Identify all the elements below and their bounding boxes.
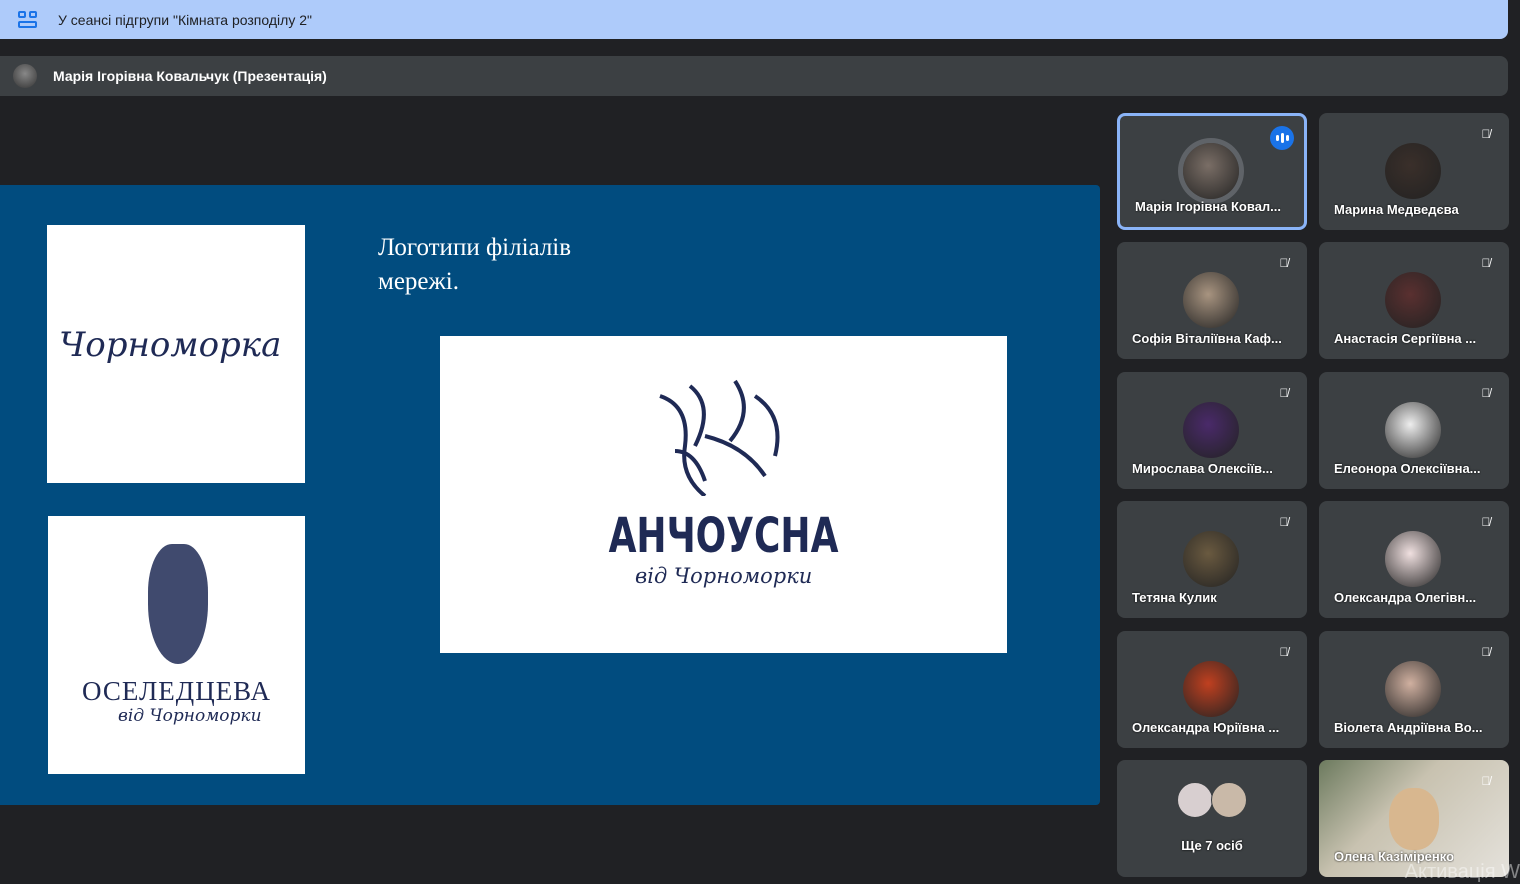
logo-subtext: від Чорноморки xyxy=(118,706,262,726)
breakout-rooms-icon xyxy=(18,10,38,29)
mic-off-icon: 🎙̸ xyxy=(1279,645,1289,659)
avatar xyxy=(1385,402,1441,458)
participant-name: Софія Віталіївна Каф... xyxy=(1132,331,1282,346)
logo-anchousna: АНЧОУСНА від Чорноморки xyxy=(440,336,1007,653)
participant-tile[interactable]: 🎙̸ Олександра Юріївна ... xyxy=(1117,631,1307,748)
presenter-name: Марія Ігорівна Ковальчук (Презентація) xyxy=(53,68,327,84)
participant-name: Марина Медведєва xyxy=(1334,202,1459,217)
participant-name: Мирослава Олексіїв... xyxy=(1132,461,1273,476)
fish-illustration xyxy=(659,379,780,496)
avatar xyxy=(1183,272,1239,328)
mic-off-icon: 🎙̸ xyxy=(1481,515,1491,529)
banner-text: У сеансі підгрупи "Кімната розподілу 2" xyxy=(58,11,312,28)
windows-activation-watermark: Активація W xyxy=(1404,861,1520,883)
avatar xyxy=(1183,531,1239,587)
mic-off-icon: 🎙̸ xyxy=(1481,256,1491,270)
participant-tile[interactable]: Марія Ігорівна Ковал... xyxy=(1117,113,1307,230)
participant-tile[interactable]: 🎙̸ Олександра Олегівн... xyxy=(1319,501,1509,618)
participant-name: Олександра Юріївна ... xyxy=(1132,720,1280,735)
avatar xyxy=(1183,143,1239,199)
avatar xyxy=(1211,782,1247,818)
participant-name: Віолета Андріївна Во... xyxy=(1334,720,1483,735)
speaking-indicator-icon xyxy=(1270,126,1294,150)
participant-name: Анастасія Сергіївна ... xyxy=(1334,331,1477,346)
presenter-bar[interactable]: Марія Ігорівна Ковальчук (Презентація) xyxy=(0,56,1508,96)
participant-tile[interactable]: 🎙̸ Тетяна Кулик xyxy=(1117,501,1307,618)
avatar xyxy=(1385,661,1441,717)
slide-title: Логотипи філіалів мережі. xyxy=(378,234,572,295)
participant-tile[interactable]: 🎙̸ Софія Віталіївна Каф... xyxy=(1117,242,1307,359)
avatar xyxy=(1385,143,1441,199)
breakout-room-banner: У сеансі підгрупи "Кімната розподілу 2" xyxy=(0,0,1508,39)
mic-off-icon: 🎙̸ xyxy=(1481,127,1491,141)
video-feed xyxy=(1389,788,1439,850)
mermaid-illustration xyxy=(148,544,208,664)
avatar xyxy=(1177,782,1213,818)
logo-text: Чорноморка xyxy=(59,325,282,365)
participant-name: Марія Ігорівна Ковал... xyxy=(1135,199,1282,214)
mic-off-icon: 🎙̸ xyxy=(1481,386,1491,400)
participant-video-tile[interactable]: 🎙̸ Олена Казіміренко xyxy=(1319,760,1509,877)
more-participants-label: Ще 7 осіб xyxy=(1181,838,1243,853)
avatar xyxy=(1385,272,1441,328)
more-participants-tile[interactable]: Ще 7 осіб xyxy=(1117,760,1307,877)
avatar xyxy=(1385,531,1441,587)
mic-off-icon: 🎙̸ xyxy=(1279,256,1289,270)
participant-tile[interactable]: 🎙̸ Марина Медведєва xyxy=(1319,113,1509,230)
mic-off-icon: 🎙̸ xyxy=(1481,774,1491,788)
logo-oseledtseva: ОСЕЛЕДЦЕВА від Чорноморки xyxy=(48,516,305,774)
avatar xyxy=(1183,402,1239,458)
participant-name: Елеонора Олексіївна... xyxy=(1334,461,1481,476)
logo-text: ОСЕЛЕДЦЕВА xyxy=(82,676,271,706)
presentation-slide: Чорноморка ОСЕЛЕДЦЕВА від Чорноморки Лог… xyxy=(0,185,1100,805)
mic-off-icon: 🎙̸ xyxy=(1279,386,1289,400)
presenter-avatar xyxy=(13,64,37,88)
mic-off-icon: 🎙̸ xyxy=(1279,515,1289,529)
avatar xyxy=(1183,661,1239,717)
participant-name: Тетяна Кулик xyxy=(1132,590,1217,605)
participant-tile[interactable]: 🎙̸ Анастасія Сергіївна ... xyxy=(1319,242,1509,359)
participant-tile[interactable]: 🎙̸ Елеонора Олексіївна... xyxy=(1319,372,1509,489)
logo-text: АНЧОУСНА xyxy=(608,508,839,564)
participant-name: Олександра Олегівн... xyxy=(1334,590,1477,605)
participant-tile[interactable]: 🎙̸ Мирослава Олексіїв... xyxy=(1117,372,1307,489)
mic-off-icon: 🎙̸ xyxy=(1481,645,1491,659)
participant-tile[interactable]: 🎙̸ Віолета Андріївна Во... xyxy=(1319,631,1509,748)
logo-subtext: від Чорноморки xyxy=(635,564,813,588)
logo-chornomorka: Чорноморка xyxy=(47,225,305,483)
